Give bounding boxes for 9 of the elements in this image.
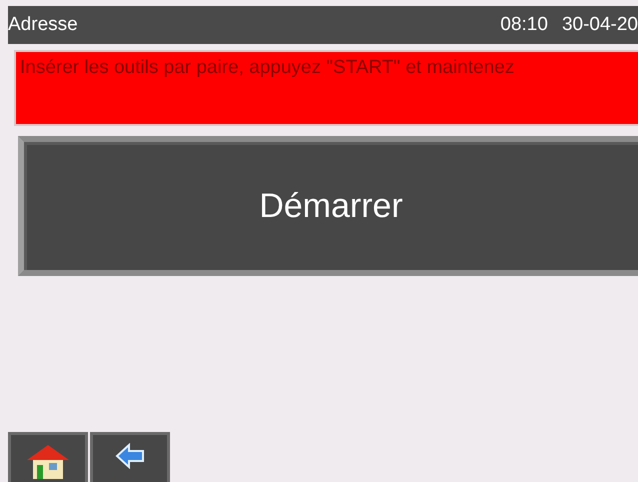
home-button[interactable]	[8, 432, 88, 482]
screen-title: Adresse	[8, 14, 78, 36]
left-arrow-icon	[115, 443, 145, 469]
clock-time: 08:10	[500, 14, 548, 36]
start-button[interactable]: Démarrer	[18, 136, 638, 276]
house-icon	[25, 443, 71, 479]
date-text: 30-04-20	[562, 14, 638, 36]
back-button[interactable]	[90, 432, 170, 482]
instruction-banner: Insérer les outils par paire, appuyez "START" et maintenez	[14, 50, 638, 126]
